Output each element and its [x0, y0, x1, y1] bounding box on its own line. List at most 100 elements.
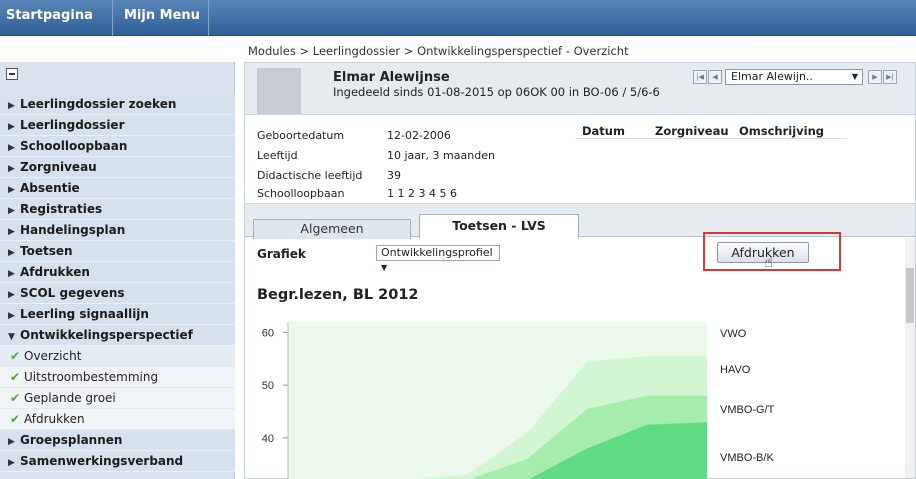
column-header-datum[interactable]: Datum	[582, 124, 625, 138]
collapsed-arrow-icon: ▶	[8, 248, 15, 258]
sidebar-item-toetsen[interactable]: ▶ Toetsen	[0, 241, 235, 262]
collapsed-arrow-icon: ▶	[8, 143, 15, 153]
column-header-zorgniveau[interactable]: Zorgniveau	[655, 124, 729, 138]
y-tick-label: 60	[262, 328, 274, 340]
sidebar-item-label: Zorgniveau	[20, 160, 97, 174]
sidebar-item-label: Absentie	[20, 181, 80, 195]
tab-startpagina[interactable]: Startpagina	[6, 0, 93, 36]
sidebar-item-leerlingdossier[interactable]: ▶ Leerlingdossier	[0, 115, 235, 136]
info-value-leeftijd: 10 jaar, 3 maanden	[387, 149, 495, 162]
next-student-icon[interactable]: ▶	[868, 70, 882, 84]
grafiek-select-value: Ontwikkelingsprofiel	[381, 246, 493, 259]
sidebar-item-handelingsplan[interactable]: ▶ Handelingsplan	[0, 220, 235, 241]
sidebar-item-leerling-signaallijn[interactable]: ▶ Leerling signaallijn	[0, 304, 235, 325]
sidebar-item-label: Leerling signaallijn	[20, 307, 149, 321]
info-value-didactische-leeftijd: 39	[387, 169, 401, 182]
student-name: Elmar Alewijnse	[333, 70, 450, 85]
collapsed-arrow-icon: ▶	[8, 227, 15, 237]
sidebar-item-label: Toetsen	[20, 244, 73, 258]
development-chart: 60 50 40 VWO HAVO VMBO-G/T VMBO-B/K	[262, 322, 775, 479]
student-header: Elmar Alewijnse Ingedeeld sinds 01-08-20…	[245, 63, 915, 115]
collapsed-arrow-icon: ▶	[8, 458, 15, 468]
info-value-geboortedatum: 12-02-2006	[387, 129, 451, 142]
sidebar-item-label: Leerlingdossier zoeken	[20, 97, 177, 111]
tab-separator	[208, 0, 209, 36]
sidebar-item-label: Afdrukken	[20, 265, 90, 279]
sidebar-item-label: Registraties	[20, 202, 103, 216]
collapsed-arrow-icon: ▶	[8, 206, 15, 216]
sidebar-item-zorgniveau[interactable]: ▶ Zorgniveau	[0, 157, 235, 178]
collapsed-arrow-icon: ▶	[8, 311, 15, 321]
top-navigation-bar: Startpagina Mijn Menu	[0, 0, 916, 36]
sidebar-subitem-geplande-groei[interactable]: ✔ Geplande groei	[0, 388, 235, 409]
sidebar-item-leerlingdossier-zoeken[interactable]: ▶ Leerlingdossier zoeken	[0, 94, 235, 115]
sidebar-subitem-overzicht[interactable]: ✔ Overzicht	[0, 346, 235, 367]
grafiek-select[interactable]: Ontwikkelingsprofiel ▼	[376, 245, 500, 272]
level-label: VMBO-G/T	[720, 404, 775, 416]
sidebar-item-label: Groepsplannen	[20, 433, 123, 447]
sidebar-menu: ▶ Leerlingdossier zoeken ▶ Leerlingdossier ▶…	[0, 94, 235, 472]
collapsed-arrow-icon: ▶	[8, 122, 15, 132]
chart-title: Begr.lezen, BL 2012	[257, 287, 419, 303]
first-student-icon[interactable]: |◀	[693, 70, 707, 84]
sidebar-item-label: Leerlingdossier	[20, 118, 125, 132]
info-label-schoolloopbaan: Schoolloopbaan	[257, 187, 345, 200]
last-student-icon[interactable]: ▶|	[883, 70, 897, 84]
collapsed-arrow-icon: ▶	[8, 185, 15, 195]
column-header-omschrijving[interactable]: Omschrijving	[739, 124, 824, 138]
student-subtitle: Ingedeeld sinds 01-08-2015 op 06OK 00 in…	[333, 85, 660, 99]
collapsed-arrow-icon: ▶	[8, 269, 15, 279]
sidebar-item-label: Ontwikkelingsperspectief	[20, 328, 193, 342]
breadcrumb: Modules > Leerlingdossier > Ontwikkeling…	[248, 44, 629, 58]
grafiek-label: Grafiek	[257, 247, 306, 261]
tab-algemeen[interactable]: Algemeen	[253, 219, 411, 239]
collapse-toggle-icon[interactable]	[6, 68, 18, 80]
previous-student-icon[interactable]: ◀	[708, 70, 722, 84]
sidebar-subitem-label: Afdrukken	[24, 412, 85, 426]
tab-toetsen-lvs[interactable]: Toetsen - LVS	[419, 214, 579, 239]
sidebar-subitem-label: Overzicht	[24, 349, 82, 363]
chevron-down-icon: ▼	[381, 263, 388, 272]
vertical-scrollbar[interactable]	[905, 238, 915, 478]
sidebar-subitem-label: Geplande groei	[24, 391, 116, 405]
info-label-didactische-leeftijd: Didactische leeftijd	[257, 169, 363, 182]
checkmark-icon: ✔	[10, 391, 21, 405]
student-select[interactable]: Elmar Alewijn.. ▼	[725, 69, 863, 85]
sidebar-item-groepsplannen[interactable]: ▶ Groepsplannen	[0, 430, 235, 451]
sidebar-item-schoolloopbaan[interactable]: ▶ Schoolloopbaan	[0, 136, 235, 157]
level-label: VMBO-B/K	[720, 452, 774, 464]
student-photo	[257, 68, 301, 114]
collapsed-arrow-icon: ▶	[8, 290, 15, 300]
tab-separator	[112, 0, 113, 36]
tab-mijn-menu[interactable]: Mijn Menu	[124, 0, 200, 36]
scrollbar-thumb[interactable]	[906, 268, 914, 323]
level-label: VWO	[720, 328, 747, 340]
sidebar-item-registraties[interactable]: ▶ Registraties	[0, 199, 235, 220]
sidebar-item-label: Samenwerkingsverband	[20, 454, 184, 468]
checkmark-icon: ✔	[10, 412, 21, 426]
sidebar-item-samenwerkingsverband[interactable]: ▶ Samenwerkingsverband	[0, 451, 235, 472]
sidebar-subitem-label: Uitstroombestemming	[24, 370, 159, 384]
collapsed-arrow-icon: ▶	[8, 164, 15, 174]
student-info: Geboortedatum 12-02-2006 Leeftijd 10 jaa…	[245, 116, 915, 202]
sidebar-item-label: Handelingsplan	[20, 223, 126, 237]
y-tick-label: 50	[262, 380, 274, 392]
collapsed-arrow-icon: ▶	[8, 437, 15, 447]
sidebar: ▶ Leerlingdossier zoeken ▶ Leerlingdossier ▶…	[0, 62, 235, 479]
sidebar-item-absentie[interactable]: ▶ Absentie	[0, 178, 235, 199]
checkmark-icon: ✔	[10, 349, 21, 363]
sidebar-item-ontwikkelingsperspectief[interactable]: ▼ Ontwikkelingsperspectief	[0, 325, 235, 346]
collapsed-arrow-icon: ▶	[8, 101, 15, 111]
info-label-geboortedatum: Geboortedatum	[257, 129, 345, 142]
checkmark-icon: ✔	[10, 370, 21, 384]
student-select-value: Elmar Alewijn..	[731, 70, 813, 83]
sidebar-item-afdrukken[interactable]: ▶ Afdrukken	[0, 262, 235, 283]
sidebar-subitem-uitstroombestemming[interactable]: ✔ Uitstroombestemming	[0, 367, 235, 388]
sidebar-item-label: Schoolloopbaan	[20, 139, 128, 153]
info-value-schoolloopbaan: 1 1 2 3 4 5 6	[387, 187, 457, 200]
sidebar-subitem-afdrukken[interactable]: ✔ Afdrukken	[0, 409, 235, 430]
column-header-divider	[575, 138, 847, 139]
print-button[interactable]: Afdrukken	[717, 242, 809, 263]
sidebar-item-label: SCOL gegevens	[20, 286, 125, 300]
sidebar-item-scol-gegevens[interactable]: ▶ SCOL gegevens	[0, 283, 235, 304]
